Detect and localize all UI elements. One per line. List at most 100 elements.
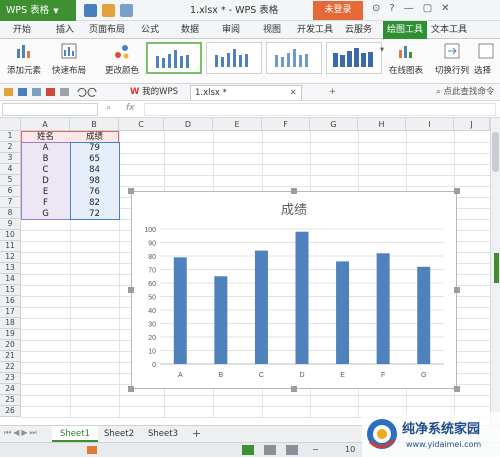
cell-a2[interactable]: A <box>21 143 70 154</box>
cell-a3[interactable]: B <box>21 154 70 165</box>
chart-style-2[interactable] <box>206 42 262 74</box>
menu-data[interactable]: 数据 <box>181 21 199 39</box>
row-header-9[interactable]: 9 <box>0 219 21 230</box>
row-header-4[interactable]: 4 <box>0 164 21 175</box>
bar-B[interactable] <box>214 276 228 364</box>
select-data-button[interactable]: 选择 <box>474 41 500 76</box>
vertical-scrollbar[interactable] <box>490 118 500 426</box>
add-element-button[interactable]: 添加元素 <box>5 41 43 76</box>
col-header-f[interactable]: F <box>262 118 310 131</box>
cell-a5[interactable]: D <box>21 176 70 187</box>
row-header-3[interactable]: 3 <box>0 153 21 164</box>
resize-handle-mr[interactable] <box>454 287 460 293</box>
col-header-i[interactable]: I <box>406 118 454 131</box>
bar-chart[interactable]: 成绩 0 10 20 30 40 50 60 70 80 90 100 A B C D E F G <box>131 191 457 389</box>
row-header-17[interactable]: 17 <box>0 307 21 318</box>
cell-b4[interactable]: 84 <box>70 165 119 176</box>
name-box[interactable] <box>2 103 98 116</box>
change-color-button[interactable]: 更改颜色 <box>102 41 142 76</box>
wps-logo-menu[interactable]: WPS 表格 ▼ <box>0 0 76 21</box>
quick-layout-button[interactable]: 快速布局 <box>50 41 88 76</box>
resize-handle-bl[interactable] <box>128 386 134 392</box>
cell-b7[interactable]: 82 <box>70 198 119 209</box>
resize-handle-tl[interactable] <box>128 188 134 194</box>
tab-document[interactable]: 1.xlsx * ✕ <box>190 85 302 100</box>
cell-b5[interactable]: 98 <box>70 176 119 187</box>
print-icon[interactable] <box>120 4 133 17</box>
menu-home[interactable]: 开始 <box>13 21 31 39</box>
chart-style-1[interactable] <box>146 42 202 74</box>
fx-button[interactable]: fx <box>126 103 135 113</box>
cell-a1[interactable]: 姓名 <box>21 132 70 143</box>
row-header-11[interactable]: 11 <box>0 241 21 252</box>
col-header-d[interactable]: D <box>164 118 213 131</box>
row-header-23[interactable]: 23 <box>0 373 21 384</box>
menu-text-tools[interactable]: 文本工具 <box>431 21 467 39</box>
cell-a8[interactable]: G <box>21 209 70 220</box>
row-header-13[interactable]: 13 <box>0 263 21 274</box>
row-header-10[interactable]: 10 <box>0 230 21 241</box>
bar-A[interactable] <box>173 257 187 364</box>
menu-dev-tools[interactable]: 开发工具 <box>297 21 333 39</box>
cell-a6[interactable]: E <box>21 187 70 198</box>
row-header-25[interactable]: 25 <box>0 395 21 406</box>
row-header-5[interactable]: 5 <box>0 175 21 186</box>
resize-handle-bc[interactable] <box>291 386 297 392</box>
zoom-level[interactable]: 10 <box>345 445 355 454</box>
new-tab-button[interactable]: + <box>325 85 340 100</box>
help-icon[interactable]: ? <box>389 3 394 14</box>
sheet-tab-1[interactable]: Sheet1 <box>52 426 98 442</box>
sheet-tab-3[interactable]: Sheet3 <box>140 426 186 442</box>
row-header-14[interactable]: 14 <box>0 274 21 285</box>
cell-b1[interactable]: 成绩 <box>70 132 119 143</box>
col-header-a[interactable]: A <box>21 118 70 131</box>
online-chart-button[interactable]: 在线图表 <box>388 41 424 76</box>
save-icon[interactable] <box>84 4 97 17</box>
cell-b2[interactable]: 79 <box>70 143 119 154</box>
menu-formula[interactable]: 公式 <box>141 21 159 39</box>
row-header-21[interactable]: 21 <box>0 351 21 362</box>
resize-handle-tr[interactable] <box>454 188 460 194</box>
cell-a7[interactable]: F <box>21 198 70 209</box>
col-header-b[interactable]: B <box>70 118 119 131</box>
menu-page-layout[interactable]: 页面布局 <box>89 21 125 39</box>
resize-handle-ml[interactable] <box>128 287 134 293</box>
row-header-8[interactable]: 8 <box>0 208 21 219</box>
row-header-1[interactable]: 1 <box>0 131 21 142</box>
col-header-j[interactable]: J <box>454 118 490 131</box>
switch-rowcol-button[interactable]: 切换行列 <box>434 41 470 76</box>
close-tab-icon[interactable]: ✕ <box>290 88 297 98</box>
col-header-c[interactable]: C <box>119 118 164 131</box>
bar-D[interactable] <box>295 231 309 364</box>
row-header-7[interactable]: 7 <box>0 197 21 208</box>
row-header-26[interactable]: 26 <box>0 406 21 417</box>
resize-handle-tc[interactable] <box>291 188 297 194</box>
col-header-h[interactable]: H <box>358 118 406 131</box>
row-header-22[interactable]: 22 <box>0 362 21 373</box>
tab-my-wps[interactable]: W 我的WPS <box>126 85 182 100</box>
command-search[interactable]: ⌕ 点此查找命令 <box>432 85 498 100</box>
side-panel-toggle[interactable] <box>494 253 499 283</box>
folder-icon[interactable] <box>102 4 115 17</box>
sheet-nav-arrows[interactable]: ⏮◀▶⏭ <box>4 428 39 438</box>
zoom-glass-icon[interactable]: ⌕ <box>106 103 111 113</box>
row-header-20[interactable]: 20 <box>0 340 21 351</box>
scroll-thumb[interactable] <box>492 132 499 172</box>
macro-icon[interactable] <box>86 445 98 455</box>
col-header-g[interactable]: G <box>310 118 358 131</box>
bar-E[interactable] <box>336 261 350 364</box>
menu-drawing-tools[interactable]: 绘图工具 <box>383 21 428 39</box>
maximize-icon[interactable]: ▢ <box>423 3 432 14</box>
row-header-16[interactable]: 16 <box>0 296 21 307</box>
menu-review[interactable]: 审阅 <box>222 21 240 39</box>
view-mode-icons[interactable] <box>242 445 302 455</box>
gallery-more-icon[interactable]: ▾ <box>378 45 386 55</box>
skin-icon[interactable]: ⊙ <box>372 3 380 14</box>
row-header-6[interactable]: 6 <box>0 186 21 197</box>
row-header-19[interactable]: 19 <box>0 329 21 340</box>
row-header-2[interactable]: 2 <box>0 142 21 153</box>
row-header-18[interactable]: 18 <box>0 318 21 329</box>
row-header-15[interactable]: 15 <box>0 285 21 296</box>
row-header-24[interactable]: 24 <box>0 384 21 395</box>
select-all-corner[interactable] <box>0 118 21 131</box>
